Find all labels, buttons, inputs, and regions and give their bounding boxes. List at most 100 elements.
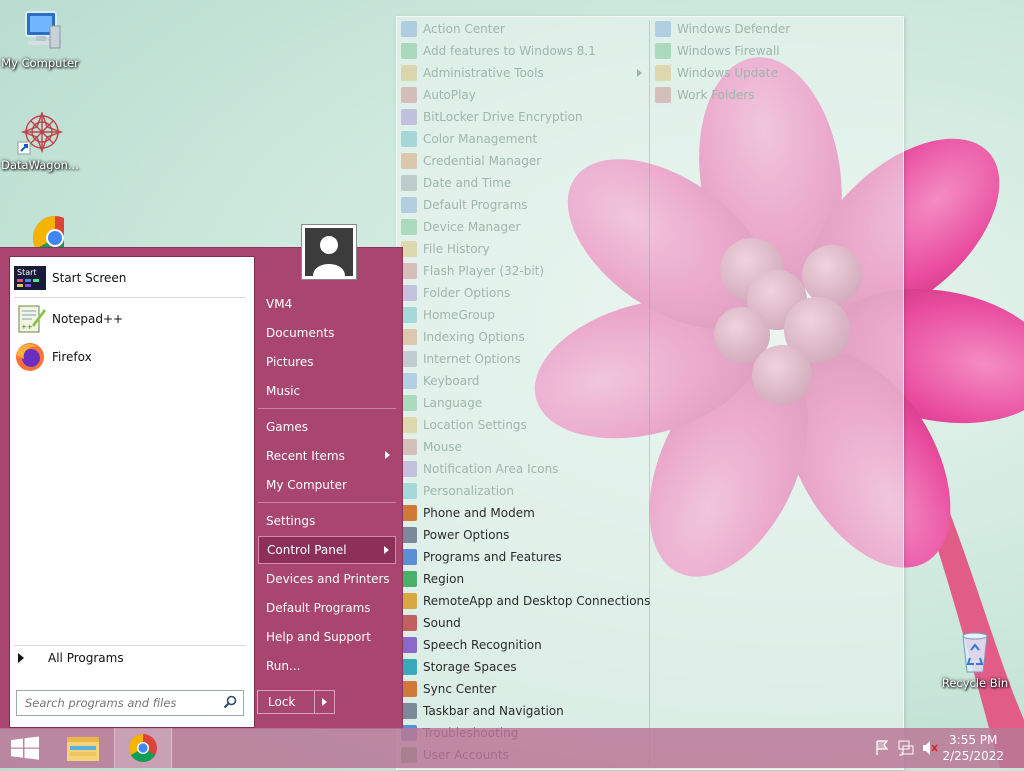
cp-item-date-and-time[interactable]: Date and Time xyxy=(401,172,511,194)
start-link-settings[interactable]: Settings xyxy=(258,507,396,535)
chrome-icon xyxy=(129,734,157,762)
start-link-default-programs[interactable]: Default Programs xyxy=(258,594,396,622)
desktop-icon-recycle-bin[interactable]: Recycle Bin xyxy=(935,630,1015,690)
cp-item-storage-spaces[interactable]: Storage Spaces xyxy=(401,656,517,678)
start-link-games[interactable]: Games xyxy=(258,413,396,441)
cp-item-bitlocker-drive-encryption[interactable]: BitLocker Drive Encryption xyxy=(401,106,583,128)
cp-item-action-center[interactable]: Action Center xyxy=(401,18,505,40)
windows-defender-icon xyxy=(655,21,671,37)
cp-item-label: Color Management xyxy=(423,132,538,146)
start-link-recent-items[interactable]: Recent Items xyxy=(258,442,396,470)
search-icon[interactable] xyxy=(223,695,237,709)
start-link-help-and-support[interactable]: Help and Support xyxy=(258,623,396,651)
cp-item-notification-area-icons[interactable]: Notification Area Icons xyxy=(401,458,558,480)
clock[interactable]: 3:55 PM 2/25/2022 xyxy=(942,732,1004,764)
add-features-to-windows-8-1-icon xyxy=(401,43,417,59)
start-button[interactable] xyxy=(0,728,50,768)
cp-item-speech-recognition[interactable]: Speech Recognition xyxy=(401,634,542,656)
start-link-devices-and-printers[interactable]: Devices and Printers xyxy=(258,565,396,593)
all-programs-button[interactable]: All Programs xyxy=(18,651,124,665)
cp-item-flash-player-32-bit[interactable]: Flash Player (32-bit) xyxy=(401,260,544,282)
start-link-label: Help and Support xyxy=(266,630,371,644)
cp-item-power-options[interactable]: Power Options xyxy=(401,524,509,546)
pinned-notepadpp[interactable]: ++ Notepad++ xyxy=(14,301,248,337)
cp-item-folder-options[interactable]: Folder Options xyxy=(401,282,510,304)
start-link-documents[interactable]: Documents xyxy=(258,319,396,347)
taskbar-chrome[interactable] xyxy=(114,728,172,768)
cp-item-autoplay[interactable]: AutoPlay xyxy=(401,84,476,106)
search-box[interactable] xyxy=(16,690,244,716)
start-link-label: Default Programs xyxy=(266,601,371,615)
cp-item-internet-options[interactable]: Internet Options xyxy=(401,348,521,370)
cp-item-device-manager[interactable]: Device Manager xyxy=(401,216,520,238)
cp-item-windows-firewall[interactable]: Windows Firewall xyxy=(655,40,780,62)
taskbar-file-explorer[interactable] xyxy=(56,728,112,768)
start-link-label: Devices and Printers xyxy=(266,572,390,586)
desktop-icon-datawagon[interactable]: DataWagon... xyxy=(0,110,80,172)
start-link-pictures[interactable]: Pictures xyxy=(258,348,396,376)
cp-item-taskbar-and-navigation[interactable]: Taskbar and Navigation xyxy=(401,700,564,722)
pinned-start-screen[interactable]: Start Start Screen xyxy=(14,260,248,296)
file-history-icon xyxy=(401,241,417,257)
start-link-vm4[interactable]: VM4 xyxy=(258,290,396,318)
user-avatar[interactable] xyxy=(301,224,357,280)
start-link-music[interactable]: Music xyxy=(258,377,396,405)
volume-muted-icon[interactable] xyxy=(920,728,940,768)
lock-button[interactable]: Lock xyxy=(257,690,335,714)
cp-item-label: AutoPlay xyxy=(423,88,476,102)
pinned-firefox[interactable]: Firefox xyxy=(14,339,248,375)
separator xyxy=(14,297,246,298)
cp-item-default-programs[interactable]: Default Programs xyxy=(401,194,528,216)
start-screen-icon: Start xyxy=(14,262,46,294)
cp-item-language[interactable]: Language xyxy=(401,392,482,414)
pinned-label: Start Screen xyxy=(52,271,127,285)
lock-options-arrow-icon[interactable] xyxy=(322,698,327,706)
cp-item-color-management[interactable]: Color Management xyxy=(401,128,537,150)
cp-item-label: File History xyxy=(423,242,490,256)
start-link-control-panel[interactable]: Control Panel xyxy=(258,536,396,564)
cp-item-mouse[interactable]: Mouse xyxy=(401,436,462,458)
cp-item-sound[interactable]: Sound xyxy=(401,612,461,634)
start-link-run[interactable]: Run... xyxy=(258,652,396,680)
cp-item-administrative-tools[interactable]: Administrative Tools xyxy=(401,62,642,84)
cp-item-label: Internet Options xyxy=(423,352,521,366)
cp-item-region[interactable]: Region xyxy=(401,568,464,590)
cp-item-label: Action Center xyxy=(423,22,505,36)
firefox-icon xyxy=(14,341,46,373)
cp-item-label: Sync Center xyxy=(423,682,497,696)
cp-item-location-settings[interactable]: Location Settings xyxy=(401,414,527,436)
cp-item-remoteapp-and-desktop-connections[interactable]: RemoteApp and Desktop Connections xyxy=(401,590,650,612)
network-icon[interactable] xyxy=(896,728,916,768)
cp-item-label: Add features to Windows 8.1 xyxy=(423,44,596,58)
taskbar-and-navigation-icon xyxy=(401,703,417,719)
search-input[interactable] xyxy=(23,692,217,714)
cp-item-work-folders[interactable]: Work Folders xyxy=(655,84,755,106)
cp-item-add-features-to-windows-8-1[interactable]: Add features to Windows 8.1 xyxy=(401,40,596,62)
cp-item-label: Taskbar and Navigation xyxy=(423,704,564,718)
desktop-icon-my-computer[interactable]: My Computer xyxy=(0,10,80,70)
cp-item-personalization[interactable]: Personalization xyxy=(401,480,514,502)
programs-pane: Start Start Screen ++ Notepad++ Firefox … xyxy=(9,256,255,728)
cp-item-label: Indexing Options xyxy=(423,330,525,344)
cp-item-file-history[interactable]: File History xyxy=(401,238,490,260)
cp-item-sync-center[interactable]: Sync Center xyxy=(401,678,496,700)
cp-item-label: Phone and Modem xyxy=(423,506,535,520)
cp-item-credential-manager[interactable]: Credential Manager xyxy=(401,150,541,172)
cp-item-indexing-options[interactable]: Indexing Options xyxy=(401,326,525,348)
cp-item-windows-defender[interactable]: Windows Defender xyxy=(655,18,790,40)
separator xyxy=(258,502,396,503)
chevron-right-icon xyxy=(384,546,389,554)
start-link-label: My Computer xyxy=(266,478,347,492)
recycle-bin-icon xyxy=(951,630,999,674)
cp-item-phone-and-modem[interactable]: Phone and Modem xyxy=(401,502,535,524)
cp-item-label: Windows Defender xyxy=(677,22,791,36)
cp-item-label: BitLocker Drive Encryption xyxy=(423,110,583,124)
cp-item-label: Folder Options xyxy=(423,286,511,300)
start-link-my-computer[interactable]: My Computer xyxy=(258,471,396,499)
cp-item-keyboard[interactable]: Keyboard xyxy=(401,370,479,392)
cp-item-homegroup[interactable]: HomeGroup xyxy=(401,304,495,326)
action-center-flag-icon[interactable] xyxy=(872,728,892,768)
cp-item-programs-and-features[interactable]: Programs and Features xyxy=(401,546,562,568)
cp-item-label: Power Options xyxy=(423,528,510,542)
cp-item-windows-update[interactable]: Windows Update xyxy=(655,62,778,84)
